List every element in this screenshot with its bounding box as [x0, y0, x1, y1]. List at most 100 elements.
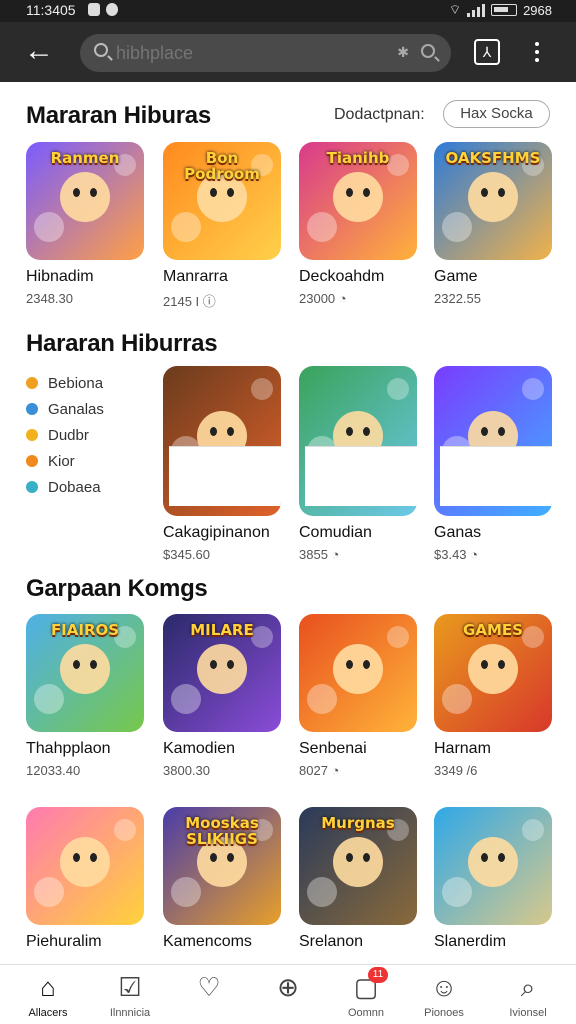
app-art-title: Ranmen — [50, 149, 120, 167]
app-card[interactable]: GAMES Harnam 3349 /6 — [434, 614, 552, 778]
category-label: Dudbr — [48, 426, 89, 444]
section-title: Hararan Hiburras — [26, 330, 218, 357]
section-title: Mararan Hiburas — [26, 102, 211, 129]
category-item[interactable]: Dudbr — [26, 422, 104, 448]
battery-text: 2968 — [523, 2, 552, 18]
app-price: 2145 I ⓘ — [163, 294, 216, 309]
search-bar[interactable]: ✱ — [80, 34, 451, 72]
app-card[interactable]: Slanerdim — [434, 807, 552, 951]
app-card[interactable]: Tianihb Deckoahdm 23000 ◔ — [299, 142, 417, 306]
category-item[interactable]: Dobaea — [26, 474, 104, 500]
cart-icon: ▢ 11 — [352, 967, 388, 1001]
app-name: Hibnadim — [26, 268, 94, 285]
app-name: Piehuralim — [26, 933, 102, 950]
blast-game-icon[interactable] — [299, 614, 417, 732]
nav-item[interactable]: ⌂ Allacers — [6, 973, 90, 1019]
section-link[interactable]: Dodactpnan: — [334, 106, 425, 124]
app-name: Comudian — [299, 524, 372, 541]
mascot-game-icon[interactable] — [26, 807, 144, 925]
app-art-title: Bon Podroom — [184, 149, 260, 183]
wolf-game-icon[interactable]: Vetunein — [163, 366, 281, 516]
adventure-game-icon[interactable]: Tianihb — [299, 142, 417, 260]
jungle-game-icon[interactable]: Tlahrafiar — [299, 366, 417, 516]
battery-icon — [491, 4, 518, 16]
app-card[interactable]: Bon Podroom Manrarra 2145 I ⓘ — [163, 142, 281, 310]
nav-label: Pionoes — [424, 1007, 464, 1019]
app-name: Manrarra — [163, 268, 228, 285]
app-card[interactable]: Vetunein Cakagipinanon $345.60 — [163, 366, 281, 562]
app-card[interactable]: Mooskas SLIKIIGS Kamencoms — [163, 807, 281, 951]
app-price: 3800.30 — [163, 763, 210, 778]
search-input[interactable] — [116, 40, 376, 66]
search-submit-icon[interactable] — [421, 44, 435, 58]
category-dot-icon — [26, 377, 38, 389]
app-art-title: Tianihb — [326, 149, 390, 167]
puzzle-game-icon[interactable]: Bon Podroom — [163, 142, 281, 260]
app-art-title: OAKSFHMS — [445, 149, 541, 167]
category-label: Ganalas — [48, 400, 104, 418]
app-card[interactable]: Murgnas Srelanon — [299, 807, 417, 951]
nav-item[interactable]: ⌕ Ivionsel — [486, 973, 570, 1019]
app-art-title: Murgnas — [321, 814, 395, 832]
wifi-icon: ⌔ — [448, 2, 462, 17]
app-name: Game — [434, 268, 478, 285]
app-price: 2322.55 — [434, 291, 481, 306]
compass-icon: ⊕ — [277, 972, 299, 1002]
category-dot-icon — [26, 403, 38, 415]
nav-item[interactable]: ☑ Ilnnnicia — [88, 973, 172, 1019]
nav-label: Allacers — [28, 1007, 68, 1019]
app-notification-icon — [106, 3, 118, 16]
app-art-title: Aornkenes — [440, 446, 552, 506]
squad-game-icon[interactable]: GAMES — [434, 614, 552, 732]
app-art-title: FIAIROS — [50, 621, 120, 639]
app-card[interactable]: Aornkenes Ganas $3.43 ◔ — [434, 366, 552, 562]
app-card[interactable]: Senbenai 8027 ◔ — [299, 614, 417, 778]
app-card[interactable]: OAKSFHMS Game 2322.55 — [434, 142, 552, 306]
app-card[interactable]: Ranmen Hibnadim 2348.30 — [26, 142, 144, 306]
app-card[interactable]: Piehuralim — [26, 807, 144, 951]
warrior-game-icon[interactable]: MILARE — [163, 614, 281, 732]
filter-pill[interactable]: Hax Socka — [443, 100, 550, 128]
app-name: Senbenai — [299, 740, 367, 757]
app-card[interactable]: MILARE Kamodien 3800.30 — [163, 614, 281, 778]
beach-game-icon[interactable] — [434, 807, 552, 925]
app-art-title: GAMES — [463, 621, 523, 639]
account-icon[interactable]: ⅄ — [474, 39, 500, 65]
miner-game-icon[interactable]: Murgnas — [299, 807, 417, 925]
app-name: Ganas — [434, 524, 482, 541]
home-icon: ⌂ — [40, 972, 56, 1002]
mic-icon[interactable]: ✱ — [397, 44, 409, 61]
app-name: Kamodien — [163, 740, 236, 757]
hero-game-icon[interactable]: OAKSFHMS — [434, 142, 552, 260]
nav-item[interactable]: ▢ 11 Oomnn — [324, 967, 408, 1019]
app-name: Kamencoms — [163, 933, 252, 950]
crew-game-icon[interactable]: Mooskas SLIKIIGS — [163, 807, 281, 925]
friends-game-icon[interactable]: FIAIROS — [26, 614, 144, 732]
app-name: Thahpplaon — [26, 740, 111, 757]
app-art-title: Tlahrafiar — [305, 446, 417, 506]
category-item[interactable]: Bebiona — [26, 370, 104, 396]
nav-item[interactable]: ♡ — [167, 973, 251, 1007]
category-label: Kior — [48, 452, 75, 470]
app-price: 3349 /6 — [434, 763, 478, 778]
more-menu-icon[interactable] — [530, 40, 544, 64]
main-content: Mararan Hiburas Dodactpnan: Hax Socka Ha… — [0, 82, 576, 964]
bear-game-icon[interactable]: Aornkenes — [434, 366, 552, 516]
app-card[interactable]: FIAIROS Thahpplaon 12033.40 — [26, 614, 144, 778]
category-item[interactable]: Ganalas — [26, 396, 104, 422]
cart-badge: 11 — [368, 967, 388, 983]
back-arrow-icon[interactable]: ← — [22, 36, 56, 68]
app-name: Harnam — [434, 740, 491, 757]
nav-item[interactable]: ⊕ — [246, 973, 330, 1007]
nav-item[interactable]: ☺ Pionoes — [402, 973, 486, 1019]
category-label: Bebiona — [48, 374, 104, 392]
app-price: $345.60 — [163, 547, 210, 562]
category-dot-icon — [26, 429, 38, 441]
character-game-icon[interactable]: Ranmen — [26, 142, 144, 260]
nav-label: Ivionsel — [509, 1007, 547, 1019]
profile-icon: ☺ — [430, 972, 458, 1002]
category-item[interactable]: Kior — [26, 448, 104, 474]
nav-label: Oomnn — [347, 1007, 385, 1019]
nav-label: Ilnnnicia — [109, 1007, 151, 1019]
app-card[interactable]: Tlahrafiar Comudian 3855 ◔ — [299, 366, 417, 562]
